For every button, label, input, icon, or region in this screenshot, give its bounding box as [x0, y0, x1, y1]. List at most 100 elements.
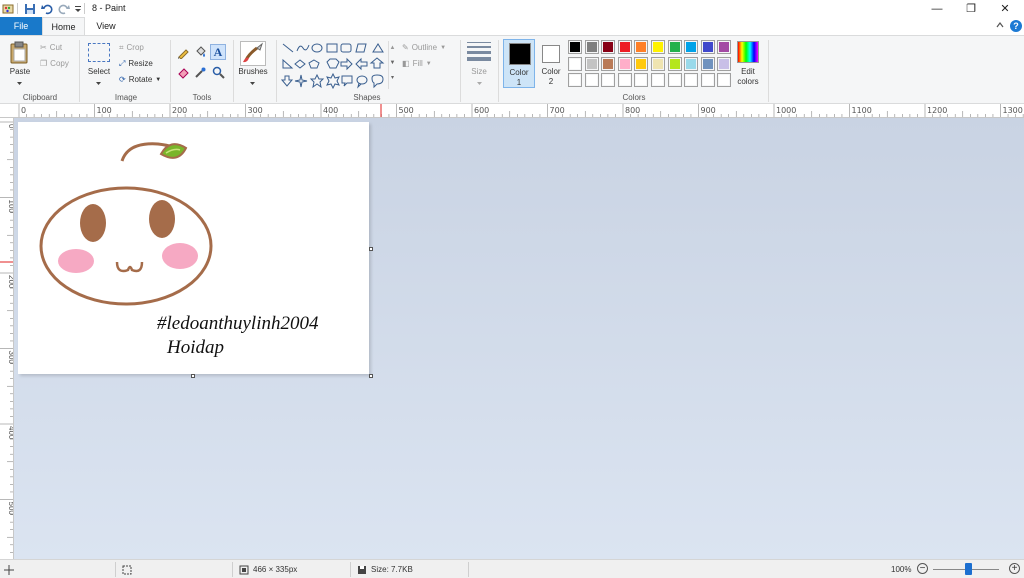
color2-number: 2	[548, 77, 554, 86]
palette-color-swatch[interactable]	[601, 56, 616, 71]
minimize-button[interactable]: —	[920, 0, 954, 17]
palette-color-swatch[interactable]	[651, 40, 665, 54]
resize-handle-right[interactable]	[369, 247, 373, 251]
palette-color-swatch[interactable]	[584, 40, 599, 54]
undo-icon[interactable]	[41, 2, 53, 15]
palette-color-swatch[interactable]	[634, 73, 649, 87]
palette-color-swatch[interactable]	[601, 73, 616, 87]
edit-colors-label: Edit	[741, 67, 755, 76]
resize-button[interactable]: ⤢ Resize	[119, 57, 153, 70]
select-button[interactable]: Select	[84, 67, 114, 76]
palette-color-swatch[interactable]	[700, 40, 715, 54]
close-button[interactable]: ✕	[988, 0, 1022, 17]
eraser-icon[interactable]	[177, 66, 190, 81]
size-icon[interactable]	[467, 42, 491, 61]
palette-color-swatch[interactable]	[568, 56, 582, 71]
palette-color-swatch[interactable]	[651, 56, 665, 71]
select-dropdown-icon[interactable]	[96, 78, 101, 88]
paste-dropdown-icon[interactable]	[17, 78, 22, 88]
palette-color-swatch[interactable]	[617, 73, 632, 87]
resize-handle-corner[interactable]	[369, 374, 373, 378]
zoom-out-button[interactable]: −	[917, 563, 928, 574]
fill-label: Fill	[412, 59, 423, 68]
color1-button[interactable]: Color 1	[503, 39, 535, 88]
pencil-icon[interactable]	[177, 46, 190, 61]
brushes-dropdown-icon[interactable]	[250, 78, 255, 88]
cut-button[interactable]: ✂ Cut	[40, 41, 62, 54]
shapes-gallery[interactable]	[280, 41, 387, 90]
palette-color-swatch[interactable]	[634, 40, 649, 54]
copy-label: Copy	[50, 59, 69, 68]
shapes-scroll-icon[interactable]: ▲ ▼ ▾	[388, 41, 396, 89]
divider	[768, 40, 769, 102]
palette-color-swatch[interactable]	[634, 56, 649, 71]
restore-button[interactable]: ❐	[954, 0, 988, 17]
rotate-button[interactable]: ⟳ Rotate ▼	[119, 73, 161, 86]
divider	[468, 562, 469, 577]
palette-color-swatch[interactable]	[584, 56, 599, 71]
palette-color-swatch[interactable]	[667, 40, 682, 54]
divider	[170, 40, 171, 102]
palette-color-swatch[interactable]	[601, 40, 616, 54]
rotate-label: Rotate	[128, 75, 153, 84]
palette-color-swatch[interactable]	[684, 56, 699, 71]
image-dimensions: 466 × 335px	[239, 563, 297, 576]
paint-app-icon[interactable]	[2, 2, 14, 15]
palette-color-swatch[interactable]	[651, 73, 665, 87]
text-tool-icon[interactable]: A	[210, 44, 226, 60]
customize-quick-access-icon[interactable]	[74, 2, 82, 15]
ruler-label: 1200	[927, 106, 947, 115]
palette-color-swatch[interactable]	[667, 73, 682, 87]
ruler-label: 800	[625, 106, 640, 115]
fill-bucket-icon[interactable]	[194, 46, 207, 61]
ribbon-tabs: File Home View ?	[0, 17, 1024, 35]
file-size: Size: 7.7KB	[357, 563, 413, 576]
copy-button[interactable]: ❐ Copy	[40, 57, 69, 70]
palette-color-swatch[interactable]	[568, 40, 582, 54]
magnifier-icon[interactable]	[212, 66, 225, 81]
crop-button[interactable]: ⌗ Crop	[119, 41, 144, 54]
brushes-button[interactable]: Brushes	[234, 67, 272, 76]
palette-color-swatch[interactable]	[700, 73, 715, 87]
tab-home[interactable]: Home	[42, 17, 85, 35]
cut-label: Cut	[49, 43, 63, 52]
tab-file[interactable]: File	[0, 17, 42, 35]
palette-color-swatch[interactable]	[617, 40, 632, 54]
collapse-ribbon-icon[interactable]	[996, 21, 1004, 31]
redo-icon[interactable]	[58, 2, 70, 15]
brushes-icon[interactable]	[240, 41, 266, 66]
color2-button[interactable]: Color 2	[537, 39, 565, 88]
tab-view[interactable]: View	[85, 17, 127, 35]
palette-color-swatch[interactable]	[684, 40, 699, 54]
save-icon[interactable]	[24, 2, 36, 15]
palette-color-swatch[interactable]	[717, 40, 732, 54]
palette-color-swatch[interactable]	[568, 73, 582, 87]
palette-color-swatch[interactable]	[717, 73, 732, 87]
zoom-slider-thumb[interactable]	[965, 563, 972, 575]
palette-color-swatch[interactable]	[684, 73, 699, 87]
resize-handle-bottom[interactable]	[191, 374, 195, 378]
color-picker-icon[interactable]	[194, 66, 207, 81]
help-icon[interactable]: ?	[1010, 20, 1022, 32]
divider	[460, 40, 461, 102]
palette-color-swatch[interactable]	[700, 56, 715, 71]
zoom-in-button[interactable]: +	[1009, 563, 1020, 574]
right-eye	[149, 200, 175, 238]
palette-color-swatch[interactable]	[617, 56, 632, 71]
drawing-canvas[interactable]: #ledoanthuylinh2004 Hoidap	[18, 122, 369, 374]
ribbon: Paste ✂ Cut ❐ Copy Clipboard Select ⌗ Crop …	[0, 35, 1024, 104]
edit-colors-button[interactable]: Edit colors	[732, 67, 764, 87]
canvas-text-hashtag: #ledoanthuylinh2004	[157, 313, 319, 334]
palette-color-swatch[interactable]	[584, 73, 599, 87]
image-group-label: Image	[114, 93, 138, 102]
fill-button[interactable]: ◧ Fill ▼	[402, 57, 432, 70]
palette-color-swatch[interactable]	[717, 56, 732, 71]
select-rectangle-icon[interactable]	[88, 43, 110, 62]
paste-button[interactable]	[8, 41, 32, 67]
palette-color-swatch[interactable]	[667, 56, 682, 71]
outline-button[interactable]: ✎ Outline ▼	[402, 41, 446, 54]
edit-colors-icon[interactable]	[737, 41, 759, 63]
size-button[interactable]: Size	[465, 67, 493, 76]
size-dropdown-icon[interactable]	[477, 78, 482, 88]
ruler-label: 100	[97, 106, 112, 115]
